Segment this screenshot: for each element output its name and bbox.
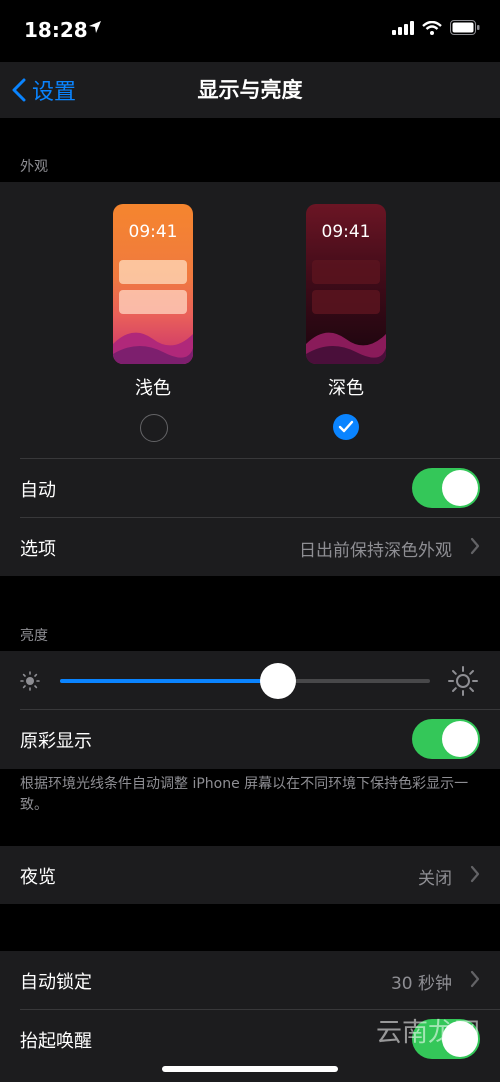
dark-mode-preview[interactable]: 09:41 — [306, 204, 386, 364]
toggle-knob — [442, 470, 478, 506]
true-tone-footnote: 根据环境光线条件自动调整 iPhone 屏幕以在不同环境下保持色彩显示一致。 — [20, 776, 469, 813]
checkmark-icon — [338, 420, 354, 433]
auto-toggle[interactable] — [412, 468, 480, 508]
options-row[interactable]: 选项 日出前保持深色外观 — [0, 518, 500, 576]
battery-icon — [450, 20, 480, 39]
brightness-fill — [60, 679, 279, 683]
auto-lock-value: 30 秒钟 — [390, 974, 452, 994]
brightness-slider-row — [0, 651, 500, 709]
brightness-header: 亮度 — [20, 628, 48, 644]
back-label: 设置 — [32, 80, 77, 105]
home-indicator — [162, 1066, 338, 1072]
light-wallpaper-waves — [113, 332, 193, 364]
dark-preview-time: 09:41 — [321, 222, 371, 242]
brightness-knob[interactable] — [260, 663, 297, 699]
night-shift-group: 夜览 关闭 — [0, 846, 500, 904]
auto-label: 自动 — [20, 480, 56, 501]
night-shift-value: 关闭 — [418, 869, 452, 889]
sun-small-icon — [20, 671, 40, 691]
chevron-left-icon — [12, 78, 26, 102]
true-tone-toggle[interactable] — [412, 719, 480, 759]
true-tone-label: 原彩显示 — [20, 731, 92, 752]
dark-preview-card — [312, 260, 380, 284]
status-icons — [392, 20, 480, 39]
chevron-right-icon — [470, 537, 480, 555]
dark-mode-radio[interactable] — [333, 414, 359, 440]
auto-lock-label: 自动锁定 — [20, 972, 92, 993]
true-tone-row: 原彩显示 — [0, 710, 500, 768]
brightness-slider[interactable] — [60, 663, 430, 699]
light-mode-radio[interactable] — [140, 414, 168, 442]
dark-mode-label: 深色 — [328, 378, 364, 399]
watermark-text: 云南龙网 — [375, 1018, 480, 1048]
dark-wallpaper-waves — [306, 332, 386, 364]
sun-large-icon — [448, 666, 478, 696]
chevron-right-icon — [470, 970, 480, 988]
light-mode-label: 浅色 — [135, 378, 171, 399]
light-preview-card — [119, 290, 187, 314]
signal-icon — [392, 20, 414, 39]
light-mode-preview[interactable]: 09:41 — [113, 204, 193, 364]
status-time: 18:28 — [24, 18, 88, 42]
wifi-icon — [422, 20, 442, 39]
status-bar: 18:28 — [0, 0, 500, 62]
options-label: 选项 — [20, 539, 56, 560]
night-shift-row[interactable]: 夜览 关闭 — [0, 846, 500, 904]
appearance-group: 09:41 浅色 09:41 深色 自动 选项 日出前保持深色外观 — [0, 182, 500, 576]
location-arrow-icon — [88, 20, 102, 38]
auto-lock-row[interactable]: 自动锁定 30 秒钟 — [0, 951, 500, 1009]
navigation-bar: 显示与亮度 设置 — [0, 62, 500, 118]
back-button[interactable]: 设置 — [12, 72, 76, 108]
chevron-right-icon — [470, 865, 480, 883]
raise-to-wake-label: 抬起唤醒 — [20, 1031, 92, 1052]
night-shift-label: 夜览 — [20, 867, 56, 888]
light-preview-time: 09:41 — [128, 222, 178, 242]
options-value: 日出前保持深色外观 — [299, 541, 452, 561]
toggle-knob — [442, 721, 478, 757]
appearance-header: 外观 — [20, 159, 48, 175]
brightness-group: 原彩显示 — [0, 651, 500, 769]
auto-row: 自动 — [0, 459, 500, 517]
light-preview-card — [119, 260, 187, 284]
dark-preview-card — [312, 290, 380, 314]
